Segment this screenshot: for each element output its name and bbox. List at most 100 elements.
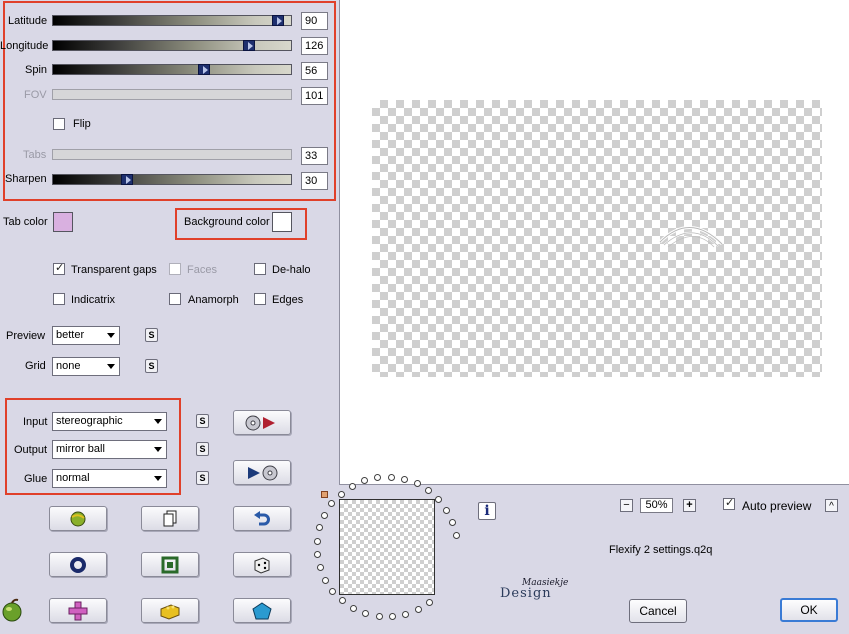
navigator-corner-handle[interactable] bbox=[321, 491, 328, 498]
dial-dot[interactable] bbox=[443, 507, 451, 515]
chevron-down-icon bbox=[107, 364, 115, 369]
fov-value[interactable]: 101 bbox=[301, 87, 328, 105]
auto-preview-checkbox[interactable] bbox=[723, 496, 735, 510]
longitude-slider-thumb[interactable] bbox=[243, 40, 255, 51]
grid-select[interactable]: none bbox=[52, 357, 120, 376]
longitude-label: Longitude bbox=[0, 40, 49, 52]
frame-button[interactable] bbox=[141, 552, 199, 577]
info-icon: i bbox=[484, 503, 490, 519]
spin-slider[interactable] bbox=[52, 64, 292, 75]
glue-s-button[interactable]: S bbox=[196, 471, 209, 485]
dial-dot[interactable] bbox=[414, 606, 422, 613]
transparent-gaps-label: Transparent gaps bbox=[71, 264, 157, 276]
ok-button[interactable]: OK bbox=[780, 598, 838, 622]
brick-button[interactable] bbox=[141, 598, 199, 623]
latitude-slider-thumb[interactable] bbox=[272, 15, 284, 26]
input-s-button[interactable]: S bbox=[196, 414, 209, 428]
background-color-swatch[interactable] bbox=[272, 212, 292, 232]
background-color-label: Background color bbox=[184, 216, 270, 228]
preview-s-button[interactable]: S bbox=[145, 328, 158, 342]
dial-dot[interactable] bbox=[435, 496, 443, 504]
dial-dot[interactable] bbox=[337, 490, 345, 498]
preview-select[interactable]: better bbox=[52, 326, 120, 345]
dial-dot[interactable] bbox=[313, 551, 321, 559]
zoom-value[interactable]: 50% bbox=[640, 498, 673, 513]
info-button[interactable]: i bbox=[478, 502, 496, 520]
dial-dot[interactable] bbox=[400, 475, 408, 483]
dial-dot[interactable] bbox=[321, 511, 329, 519]
transparent-gaps-checkbox[interactable] bbox=[53, 261, 65, 275]
dial-dot[interactable] bbox=[426, 598, 434, 606]
tabs-value[interactable]: 33 bbox=[301, 147, 328, 165]
spin-value[interactable]: 56 bbox=[301, 62, 328, 80]
dial-dot[interactable] bbox=[348, 482, 356, 490]
latitude-value[interactable]: 90 bbox=[301, 12, 328, 30]
copy-button[interactable] bbox=[141, 506, 199, 531]
sharpen-slider[interactable] bbox=[52, 174, 292, 185]
dial-dot[interactable] bbox=[413, 480, 421, 488]
input-select[interactable]: stereographic bbox=[52, 412, 167, 431]
slider-group-highlight bbox=[3, 1, 336, 201]
copy-input-to-output-button[interactable] bbox=[233, 410, 291, 435]
dial-dot[interactable] bbox=[313, 537, 321, 545]
square-frame-icon bbox=[161, 556, 179, 573]
dial-dot[interactable] bbox=[389, 613, 397, 621]
edges-checkbox[interactable] bbox=[254, 293, 266, 305]
preview-select-value: better bbox=[56, 329, 85, 341]
dial-dot[interactable] bbox=[387, 473, 395, 481]
faces-label: Faces bbox=[187, 264, 217, 276]
chevron-down-icon bbox=[154, 476, 162, 481]
randomize-button[interactable] bbox=[49, 506, 107, 531]
dial-dot[interactable] bbox=[316, 524, 324, 532]
longitude-slider[interactable] bbox=[52, 40, 292, 51]
glue-select[interactable]: normal bbox=[52, 469, 167, 488]
dial-dot[interactable] bbox=[338, 597, 346, 605]
zoom-in-button[interactable]: + bbox=[683, 499, 696, 512]
dehalo-label: De-halo bbox=[272, 264, 311, 276]
auto-preview-label: Auto preview bbox=[742, 499, 812, 513]
dial-dot[interactable] bbox=[452, 532, 460, 540]
pentagon-icon bbox=[252, 601, 272, 619]
copy-output-to-input-button[interactable] bbox=[233, 460, 291, 485]
dehalo-checkbox[interactable] bbox=[254, 263, 266, 275]
sharpen-value[interactable]: 30 bbox=[301, 172, 328, 190]
apple-logo-icon bbox=[2, 598, 22, 622]
sharpen-label: Sharpen bbox=[5, 173, 47, 185]
dial-dot[interactable] bbox=[316, 564, 324, 572]
dial-dot[interactable] bbox=[328, 500, 336, 508]
cross-button[interactable] bbox=[49, 598, 107, 623]
dial-dot[interactable] bbox=[449, 519, 457, 527]
zoom-out-button[interactable]: − bbox=[620, 499, 633, 512]
output-select[interactable]: mirror ball bbox=[52, 440, 167, 459]
spin-slider-thumb[interactable] bbox=[198, 64, 210, 75]
sharpen-slider-thumb[interactable] bbox=[121, 174, 133, 185]
collapse-button[interactable]: ^ bbox=[825, 499, 838, 512]
dial-dot[interactable] bbox=[425, 487, 433, 495]
output-s-button[interactable]: S bbox=[196, 442, 209, 456]
ring-button[interactable] bbox=[49, 552, 107, 577]
dial-dot[interactable] bbox=[321, 576, 329, 584]
dice-icon bbox=[254, 556, 270, 574]
dial-dot[interactable] bbox=[375, 613, 383, 621]
navigator-thumbnail[interactable] bbox=[339, 499, 435, 595]
tab-color-swatch[interactable] bbox=[53, 212, 73, 232]
cancel-button[interactable]: Cancel bbox=[629, 599, 687, 623]
flip-checkbox[interactable] bbox=[53, 118, 65, 130]
dice-button[interactable] bbox=[233, 552, 291, 577]
dial-dot[interactable] bbox=[362, 610, 370, 618]
undo-button[interactable] bbox=[233, 506, 291, 531]
anamorph-checkbox[interactable] bbox=[169, 293, 181, 305]
disc-to-play-icon bbox=[245, 415, 275, 430]
output-select-value: mirror ball bbox=[56, 443, 105, 455]
dial-dot[interactable] bbox=[402, 610, 410, 618]
pentagon-button[interactable] bbox=[233, 598, 291, 623]
dial-dot[interactable] bbox=[329, 587, 337, 595]
indicatrix-checkbox[interactable] bbox=[53, 293, 65, 305]
pages-icon bbox=[163, 510, 177, 526]
longitude-value[interactable]: 126 bbox=[301, 37, 328, 55]
settings-filename: Flexify 2 settings.q2q bbox=[609, 544, 713, 556]
dial-dot[interactable] bbox=[350, 604, 358, 612]
latitude-slider[interactable] bbox=[52, 15, 292, 26]
grid-s-button[interactable]: S bbox=[145, 359, 158, 373]
preview-canvas[interactable] bbox=[339, 0, 849, 485]
